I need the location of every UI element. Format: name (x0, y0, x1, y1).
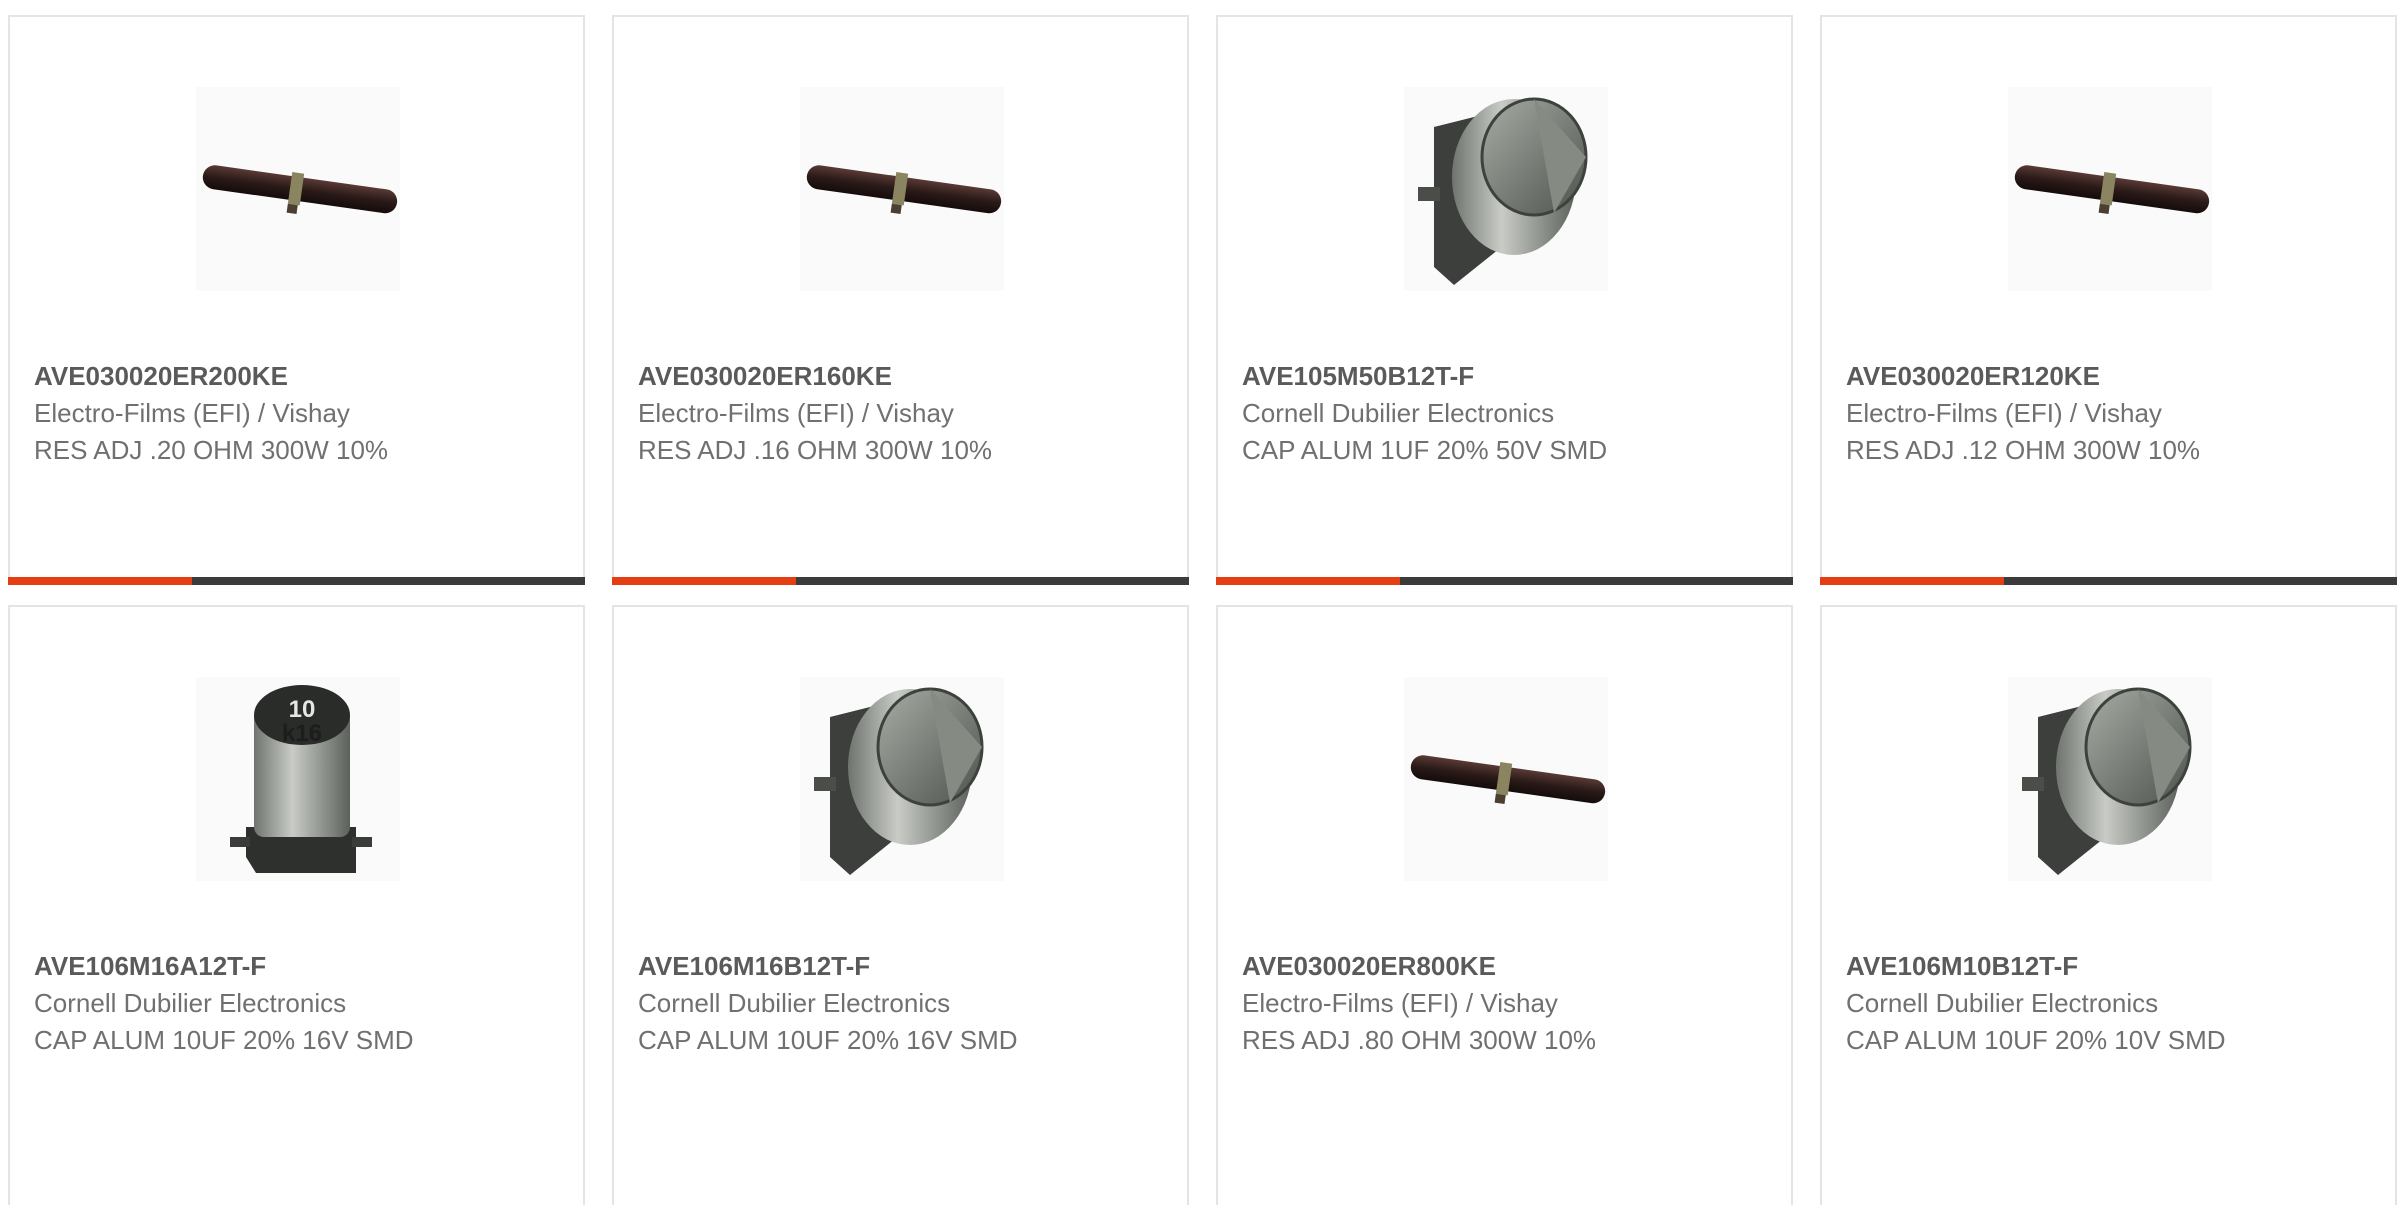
card-accent (8, 577, 192, 585)
description: RES ADJ .20 OHM 300W 10% (34, 435, 389, 465)
description: CAP ALUM 1UF 20% 50V SMD (1242, 435, 1608, 465)
product-image[interactable] (800, 677, 1004, 881)
image-marking-value: 10 (289, 696, 316, 723)
resistor-icon (806, 165, 1002, 215)
manufacturer: Cornell Dubilier Electronics (1242, 398, 1555, 428)
part-number[interactable]: AVE106M16A12T-F (34, 947, 563, 985)
manufacturer: Cornell Dubilier Electronics (34, 988, 347, 1018)
description: RES ADJ .16 OHM 300W 10% (638, 435, 993, 465)
product-image[interactable] (2008, 677, 2212, 881)
card-bottom-bar (1216, 577, 1793, 585)
product-grid: AVE030020ER200KE Electro-Films (EFI) / V… (0, 0, 2400, 1205)
manufacturer: Electro-Films (EFI) / Vishay (1242, 988, 1558, 1018)
product-card[interactable]: 10 k16 AVE106M16A12T-F Cornell Dubilier … (8, 605, 585, 1205)
card-accent (1216, 577, 1400, 585)
manufacturer: Cornell Dubilier Electronics (638, 988, 951, 1018)
part-number[interactable]: AVE030020ER120KE (1846, 357, 2375, 395)
description: RES ADJ .80 OHM 300W 10% (1242, 1025, 1597, 1055)
product-card[interactable]: AVE030020ER200KE Electro-Films (EFI) / V… (8, 15, 585, 585)
description: CAP ALUM 10UF 20% 10V SMD (1846, 1025, 2226, 1055)
description: CAP ALUM 10UF 20% 16V SMD (638, 1025, 1018, 1055)
part-number[interactable]: AVE106M10B12T-F (1846, 947, 2375, 985)
product-card[interactable]: AVE106M10B12T-F Cornell Dubilier Electro… (1820, 605, 2397, 1205)
product-image[interactable] (1404, 677, 1608, 881)
product-card[interactable]: AVE106M16B12T-F Cornell Dubilier Electro… (612, 605, 1189, 1205)
image-marking-code: k16 (282, 720, 322, 747)
resistor-icon (2014, 165, 2210, 215)
card-accent (612, 577, 796, 585)
card-bottom-bar (8, 577, 585, 585)
product-image[interactable] (1404, 87, 1608, 291)
product-image[interactable]: 10 k16 (196, 677, 400, 881)
description: CAP ALUM 10UF 20% 16V SMD (34, 1025, 414, 1055)
card-bottom-bar (612, 577, 1189, 585)
smd-capacitor-icon (1418, 97, 1588, 285)
product-card[interactable]: AVE030020ER120KE Electro-Films (EFI) / V… (1820, 15, 2397, 585)
part-number[interactable]: AVE030020ER200KE (34, 357, 563, 395)
part-number[interactable]: AVE106M16B12T-F (638, 947, 1167, 985)
smd-capacitor-icon (2022, 687, 2192, 875)
manufacturer: Electro-Films (EFI) / Vishay (1846, 398, 2162, 428)
product-image[interactable] (196, 87, 400, 291)
capacitor-can-icon: 10 k16 (230, 685, 372, 873)
product-image[interactable] (2008, 87, 2212, 291)
part-number[interactable]: AVE105M50B12T-F (1242, 357, 1771, 395)
product-card[interactable]: AVE030020ER160KE Electro-Films (EFI) / V… (612, 15, 1189, 585)
manufacturer: Electro-Films (EFI) / Vishay (638, 398, 954, 428)
product-image[interactable] (800, 87, 1004, 291)
manufacturer: Electro-Films (EFI) / Vishay (34, 398, 350, 428)
description: RES ADJ .12 OHM 300W 10% (1846, 435, 2201, 465)
part-number[interactable]: AVE030020ER160KE (638, 357, 1167, 395)
smd-capacitor-icon (814, 687, 984, 875)
card-accent (1820, 577, 2004, 585)
resistor-icon (202, 165, 398, 215)
part-number[interactable]: AVE030020ER800KE (1242, 947, 1771, 985)
product-card[interactable]: AVE105M50B12T-F Cornell Dubilier Electro… (1216, 15, 1793, 585)
card-bottom-bar (1820, 577, 2397, 585)
product-card[interactable]: AVE030020ER800KE Electro-Films (EFI) / V… (1216, 605, 1793, 1205)
resistor-icon (1410, 755, 1606, 805)
manufacturer: Cornell Dubilier Electronics (1846, 988, 2159, 1018)
